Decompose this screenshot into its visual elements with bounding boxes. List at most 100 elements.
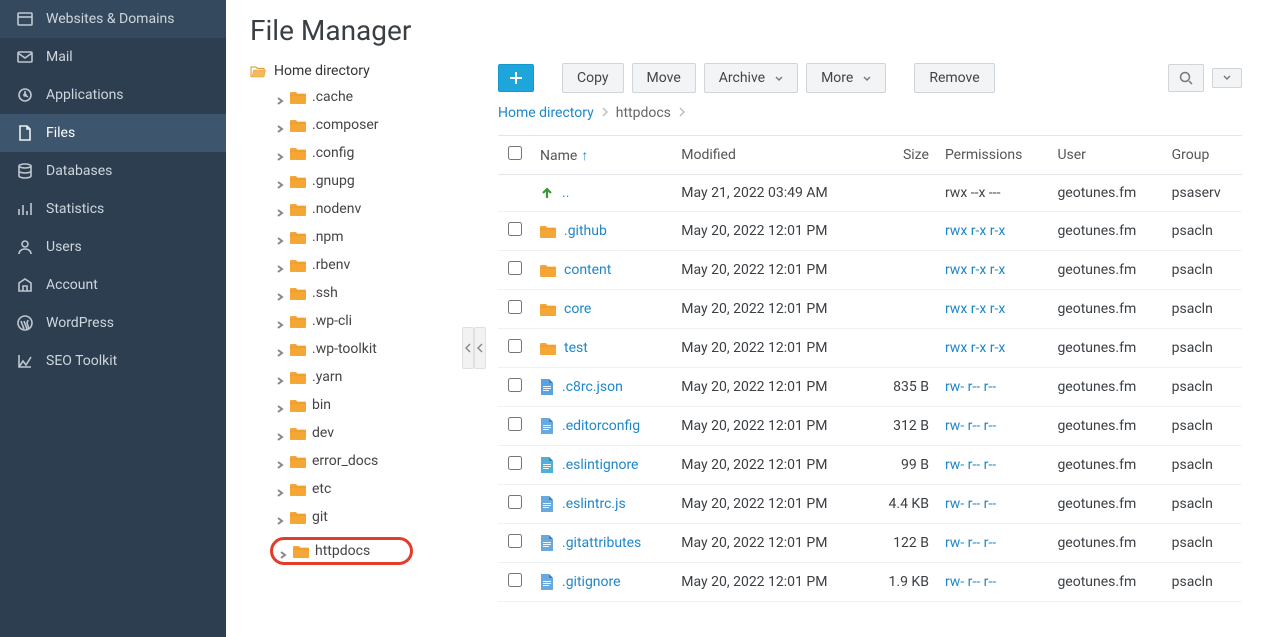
permissions-link[interactable]: rw- r-- r-- <box>945 418 996 434</box>
file-name-link[interactable]: .gitattributes <box>562 535 641 551</box>
col-modified[interactable]: Modified <box>673 136 869 175</box>
tree-node-label: .yarn <box>312 369 342 385</box>
col-group[interactable]: Group <box>1164 136 1242 175</box>
table-row[interactable]: contentMay 20, 2022 12:01 PMrwx r-x r-xg… <box>498 251 1242 290</box>
row-checkbox[interactable] <box>508 378 522 392</box>
table-row[interactable]: testMay 20, 2022 12:01 PMrwx r-x r-xgeot… <box>498 329 1242 368</box>
sidebar-item-databases[interactable]: Databases <box>0 152 226 190</box>
tree-node[interactable]: .config <box>276 139 470 167</box>
archive-button[interactable]: Archive <box>704 63 798 93</box>
sidebar-item-account[interactable]: Account <box>0 266 226 304</box>
sidebar-item-wordpress[interactable]: WordPress <box>0 304 226 342</box>
tree-node[interactable]: httpdocs <box>276 531 470 571</box>
table-row[interactable]: .eslintrc.jsMay 20, 2022 12:01 PM4.4 KBr… <box>498 485 1242 524</box>
sidebar-item-statistics[interactable]: Statistics <box>0 190 226 228</box>
tree-node[interactable]: .cache <box>276 83 470 111</box>
tree-node[interactable]: .wp-toolkit <box>276 335 470 363</box>
sidebar-item-files[interactable]: Files <box>0 114 226 152</box>
row-checkbox[interactable] <box>508 300 522 314</box>
remove-button[interactable]: Remove <box>914 63 994 93</box>
row-checkbox[interactable] <box>508 534 522 548</box>
select-all-checkbox[interactable] <box>508 146 522 160</box>
search-button[interactable] <box>1168 64 1204 92</box>
table-row[interactable]: .c8rc.jsonMay 20, 2022 12:01 PM835 Brw- … <box>498 368 1242 407</box>
tree-node[interactable]: .wp-cli <box>276 307 470 335</box>
tree-root[interactable]: Home directory <box>250 59 470 83</box>
tree-node[interactable]: etc <box>276 475 470 503</box>
cell-user: geotunes.fm <box>1049 368 1163 407</box>
permissions-link[interactable]: rwx r-x r-x <box>945 223 1005 239</box>
col-size[interactable]: Size <box>869 136 937 175</box>
move-button[interactable]: Move <box>632 63 696 93</box>
sidebar-item-users[interactable]: Users <box>0 228 226 266</box>
sidebar-item-label: Files <box>46 125 75 141</box>
breadcrumb-home[interactable]: Home directory <box>498 105 594 121</box>
sidebar-item-applications[interactable]: Applications <box>0 76 226 114</box>
permissions-link[interactable]: rw- r-- r-- <box>945 574 996 590</box>
chevron-right-icon <box>276 513 284 521</box>
row-checkbox[interactable] <box>508 495 522 509</box>
sidebar-item-seo[interactable]: SEO Toolkit <box>0 342 226 380</box>
up-link[interactable]: .. <box>562 185 569 201</box>
tree-node[interactable]: .gnupg <box>276 167 470 195</box>
more-button[interactable]: More <box>806 63 886 93</box>
file-name-link[interactable]: content <box>564 262 611 278</box>
permissions-link[interactable]: rw- r-- r-- <box>945 379 996 395</box>
file-name-link[interactable]: .eslintrc.js <box>562 496 626 512</box>
row-checkbox[interactable] <box>508 261 522 275</box>
tree-node[interactable]: dev <box>276 419 470 447</box>
table-row[interactable]: .gitattributesMay 20, 2022 12:01 PM122 B… <box>498 524 1242 563</box>
add-button[interactable] <box>498 64 534 92</box>
table-row[interactable]: .editorconfigMay 20, 2022 12:01 PM312 Br… <box>498 407 1242 446</box>
up-arrow-icon <box>540 186 554 200</box>
permissions-link[interactable]: rwx r-x r-x <box>945 262 1005 278</box>
file-name-link[interactable]: core <box>564 301 591 317</box>
tree-node[interactable]: bin <box>276 391 470 419</box>
file-name-link[interactable]: .editorconfig <box>562 418 640 434</box>
content-splitter[interactable] <box>474 59 486 637</box>
sidebar-item-websites[interactable]: Websites & Domains <box>0 0 226 38</box>
row-checkbox[interactable] <box>508 456 522 470</box>
row-checkbox[interactable] <box>508 573 522 587</box>
permissions-link[interactable]: rw- r-- r-- <box>945 496 996 512</box>
cell-permissions: rw- r-- r-- <box>937 368 1050 407</box>
copy-button[interactable]: Copy <box>562 63 624 93</box>
tree-node-label: .config <box>312 145 354 161</box>
tree-node[interactable]: .rbenv <box>276 251 470 279</box>
permissions-link[interactable]: rwx r-x r-x <box>945 301 1005 317</box>
file-name-link[interactable]: .github <box>564 223 607 239</box>
table-row-up[interactable]: ..May 21, 2022 03:49 AMrwx --x ---geotun… <box>498 175 1242 212</box>
table-row[interactable]: coreMay 20, 2022 12:01 PMrwx r-x r-xgeot… <box>498 290 1242 329</box>
cell-permissions: rw- r-- r-- <box>937 524 1050 563</box>
chevron-right-icon <box>276 93 284 101</box>
permissions-link[interactable]: rw- r-- r-- <box>945 535 996 551</box>
permissions-link[interactable]: rwx r-x r-x <box>945 340 1005 356</box>
tree-node[interactable]: .nodenv <box>276 195 470 223</box>
table-row[interactable]: .eslintignoreMay 20, 2022 12:01 PM99 Brw… <box>498 446 1242 485</box>
file-name-link[interactable]: test <box>564 340 588 356</box>
col-user[interactable]: User <box>1049 136 1163 175</box>
tree-node[interactable]: .npm <box>276 223 470 251</box>
col-name[interactable]: Name↑ <box>532 136 673 175</box>
file-name-link[interactable]: .gitignore <box>562 574 621 590</box>
tree-node[interactable]: .composer <box>276 111 470 139</box>
sidebar-item-mail[interactable]: Mail <box>0 38 226 76</box>
settings-dropdown-button[interactable] <box>1212 68 1242 88</box>
tree-node[interactable]: git <box>276 503 470 531</box>
col-permissions[interactable]: Permissions <box>937 136 1050 175</box>
row-checkbox[interactable] <box>508 417 522 431</box>
file-name-link[interactable]: .c8rc.json <box>562 379 623 395</box>
row-checkbox[interactable] <box>508 339 522 353</box>
tree-node[interactable]: .ssh <box>276 279 470 307</box>
tree-node[interactable]: error_docs <box>276 447 470 475</box>
row-checkbox[interactable] <box>508 222 522 236</box>
table-row[interactable]: .githubMay 20, 2022 12:01 PMrwx r-x r-xg… <box>498 212 1242 251</box>
tree-node[interactable]: .yarn <box>276 363 470 391</box>
tree-node-label: .gnupg <box>312 173 355 189</box>
tree-splitter[interactable] <box>462 59 474 637</box>
cell-permissions: rwx r-x r-x <box>937 290 1050 329</box>
permissions-link[interactable]: rw- r-- r-- <box>945 457 996 473</box>
table-row[interactable]: .gitignoreMay 20, 2022 12:01 PM1.9 KBrw-… <box>498 563 1242 602</box>
file-name-link[interactable]: .eslintignore <box>562 457 638 473</box>
file-icon <box>540 496 554 512</box>
